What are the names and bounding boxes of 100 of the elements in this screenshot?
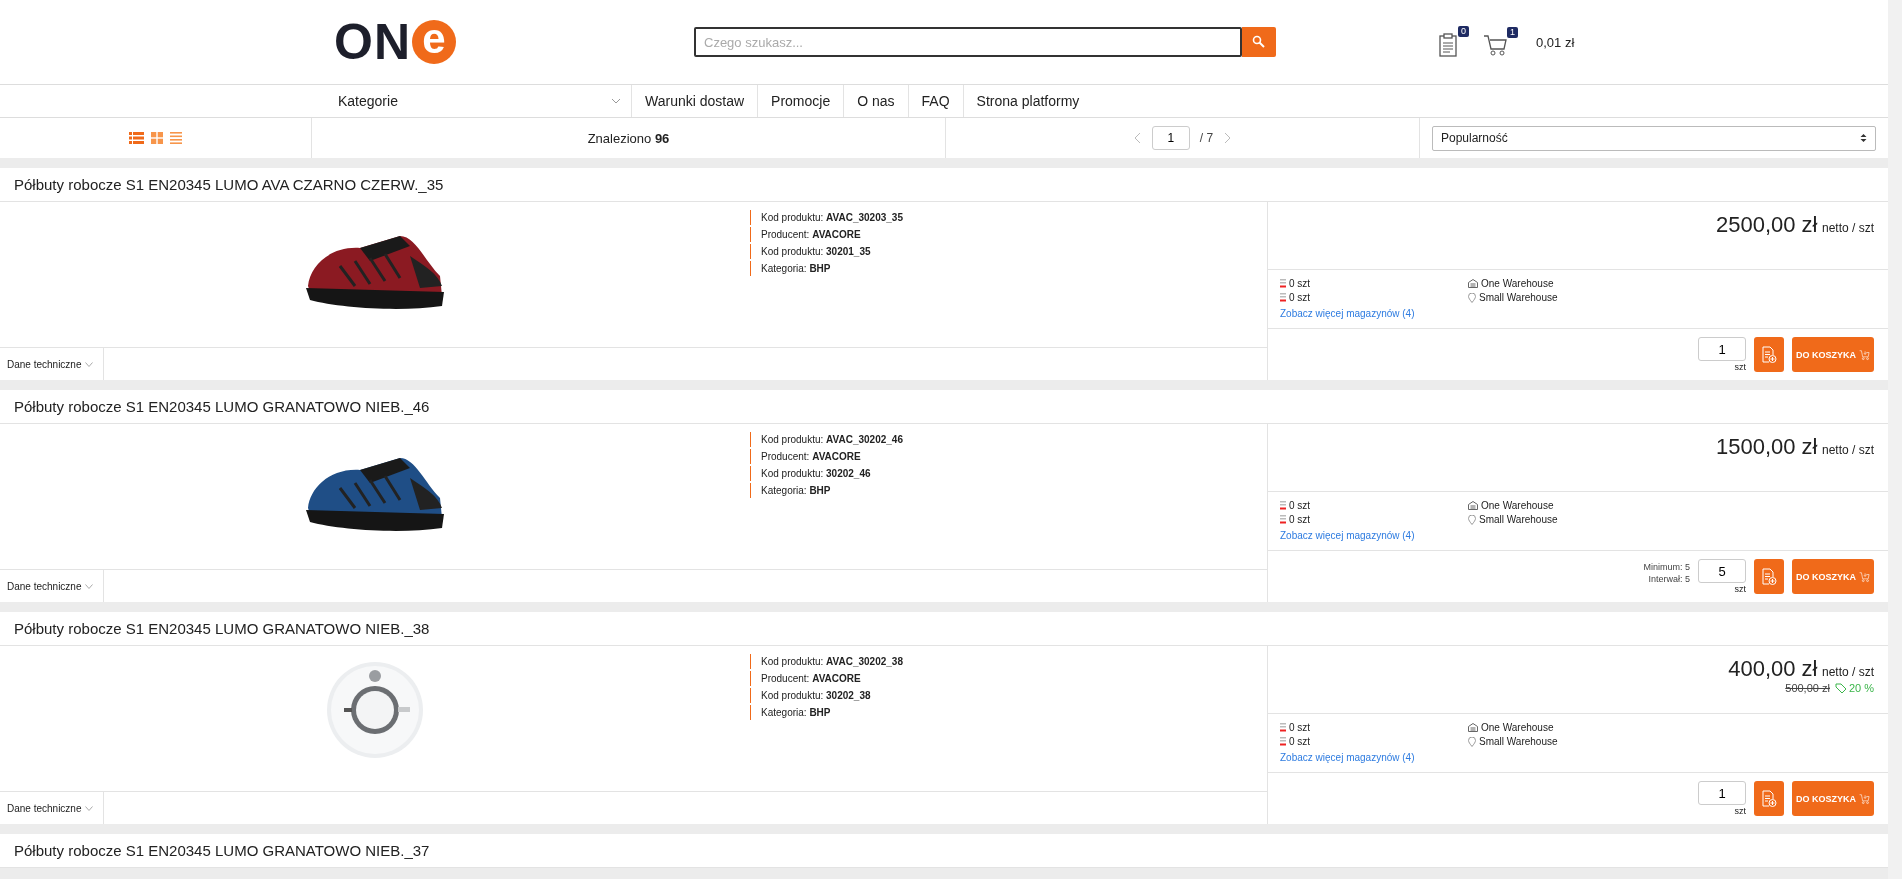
order-rule: Interwał: 5	[1647, 573, 1690, 585]
product-attribute: Kategoria: BHP	[750, 705, 903, 720]
product-attribute: Kod produktu: 30202_38	[750, 688, 903, 703]
grid-view-icon[interactable]	[151, 132, 163, 144]
product-title[interactable]: Półbuty robocze S1 EN20345 LUMO GRANATOWO NIEB._38	[14, 620, 430, 637]
old-price: 500,00 zł	[1785, 682, 1830, 694]
location-pin-icon	[1468, 736, 1476, 747]
count-badge: 0	[1458, 26, 1469, 37]
count-badge: 1	[1507, 27, 1518, 38]
stock-quantity: 0 szt	[1289, 278, 1311, 289]
document-plus-icon	[1761, 567, 1777, 586]
search-field[interactable]: Czego szukasz...	[694, 27, 1242, 57]
warehouse-name: One Warehouse	[1481, 722, 1554, 733]
product-attribute: Kod produktu: AVAC_30202_46	[750, 432, 903, 447]
search-icon	[1252, 35, 1266, 49]
warehouse-name: Small Warehouse	[1479, 292, 1558, 303]
logo[interactable]: ON e	[334, 13, 694, 71]
location-pin-icon	[1468, 292, 1476, 303]
stock-level-icon	[1280, 293, 1286, 302]
results-count: Znaleziono 96	[587, 130, 670, 146]
stock-level-icon	[1280, 501, 1286, 510]
technical-data-toggle[interactable]: Dane techniczne	[0, 348, 104, 380]
product-attribute: Kod produktu: 30201_35	[750, 244, 903, 259]
location-pin-icon	[1468, 514, 1476, 525]
product-attribute: Kategoria: BHP	[750, 261, 903, 276]
list-view-icon[interactable]	[129, 132, 144, 144]
price: 400,00 zł	[1728, 656, 1818, 681]
more-warehouses-link[interactable]: Zobacz więcej magazynów (4)	[1280, 530, 1415, 541]
chevron-down-icon	[84, 583, 93, 589]
more-warehouses-link[interactable]: Zobacz więcej magazynów (4)	[1280, 308, 1415, 319]
stock-quantity: 0 szt	[1289, 500, 1311, 511]
warehouse-icon	[1468, 501, 1478, 510]
page-field[interactable]: 1	[1151, 126, 1190, 150]
logo-text: ON	[334, 13, 411, 71]
stock-level-icon	[1280, 279, 1286, 288]
more-warehouses-link[interactable]: Zobacz więcej magazynów (4)	[1280, 752, 1415, 763]
chevron-down-icon	[84, 805, 93, 811]
compact-list-icon[interactable]	[170, 132, 182, 144]
quantity-field[interactable]: 1	[1698, 781, 1746, 805]
add-to-quote-button[interactable]	[1754, 337, 1784, 372]
quote-list-button[interactable]: 0	[1438, 26, 1469, 58]
product-title[interactable]: Półbuty robocze S1 EN20345 LUMO GRANATOWO NIEB._37	[14, 842, 430, 859]
stock-quantity: 0 szt	[1289, 722, 1311, 733]
quantity-unit: szt	[1734, 362, 1746, 372]
price: 1500,00 zł	[1716, 434, 1818, 459]
warehouse-icon	[1468, 723, 1478, 732]
page-total: / 7	[1199, 131, 1214, 145]
product-attribute: Kod produktu: AVAC_30203_35	[750, 210, 903, 225]
search-button[interactable]	[1242, 27, 1276, 57]
add-to-quote-button[interactable]	[1754, 781, 1784, 816]
price-unit: netto / szt	[1821, 221, 1874, 235]
discount: 20 %	[1848, 682, 1874, 694]
nav-link[interactable]: Strona platformy	[963, 85, 1093, 117]
technical-data-toggle[interactable]: Dane techniczne	[0, 792, 104, 824]
product-attribute: Producent: AVACORE	[750, 449, 903, 464]
price: 2500,00 zł	[1716, 212, 1818, 237]
document-plus-icon	[1761, 789, 1777, 808]
price-unit: netto / szt	[1821, 665, 1874, 679]
sort-dropdown[interactable]: Popularność	[1432, 125, 1876, 151]
stock-level-icon	[1280, 723, 1286, 732]
product-title[interactable]: Półbuty robocze S1 EN20345 LUMO GRANATOWO NIEB._46	[14, 398, 430, 415]
quantity-field[interactable]: 1	[1698, 337, 1746, 361]
product-attribute: Kategoria: BHP	[750, 483, 903, 498]
logo-accent: e	[412, 20, 456, 64]
price-unit: netto / szt	[1821, 443, 1874, 457]
sort-arrows-icon	[1860, 133, 1867, 143]
tag-icon	[1834, 682, 1847, 694]
product-title[interactable]: Półbuty robocze S1 EN20345 LUMO AVA CZARNO CZERW._35	[14, 176, 444, 193]
categories-dropdown[interactable]: Kategorie	[326, 85, 632, 117]
chevron-down-icon	[84, 361, 93, 367]
stock-level-icon	[1280, 515, 1286, 524]
quantity-field[interactable]: 5	[1698, 559, 1746, 583]
warehouse-name: One Warehouse	[1481, 500, 1554, 511]
warehouse-icon	[1468, 279, 1478, 288]
quantity-unit: szt	[1734, 806, 1746, 816]
cart-button[interactable]: 1	[1483, 27, 1518, 57]
next-page-icon[interactable]	[1223, 132, 1232, 144]
warehouse-name: Small Warehouse	[1479, 514, 1558, 525]
cart-total: 0,01 zł	[1536, 34, 1575, 50]
previous-page-icon[interactable]	[1133, 132, 1142, 144]
stock-level-icon	[1280, 737, 1286, 746]
product-attribute: Producent: AVACORE	[750, 671, 903, 686]
warehouse-name: Small Warehouse	[1479, 736, 1558, 747]
chevron-down-icon	[611, 98, 621, 104]
product-attribute: Producent: AVACORE	[750, 227, 903, 242]
quantity-unit: szt	[1734, 584, 1746, 594]
stock-quantity: 0 szt	[1289, 292, 1311, 303]
stock-quantity: 0 szt	[1289, 514, 1311, 525]
order-rule: Minimum: 5	[1643, 561, 1690, 573]
product-attribute: Kod produktu: 30202_46	[750, 466, 903, 481]
warehouse-name: One Warehouse	[1481, 278, 1554, 289]
add-to-quote-button[interactable]	[1754, 559, 1784, 594]
nav-link[interactable]: Promocje	[758, 85, 845, 117]
stock-quantity: 0 szt	[1289, 736, 1311, 747]
nav-link[interactable]: Warunki dostaw	[632, 85, 759, 117]
product-attribute: Kod produktu: AVAC_30202_38	[750, 654, 903, 669]
document-plus-icon	[1761, 345, 1777, 364]
nav-link[interactable]: FAQ	[908, 85, 964, 117]
nav-link[interactable]: O nas	[844, 85, 909, 117]
technical-data-toggle[interactable]: Dane techniczne	[0, 570, 104, 602]
